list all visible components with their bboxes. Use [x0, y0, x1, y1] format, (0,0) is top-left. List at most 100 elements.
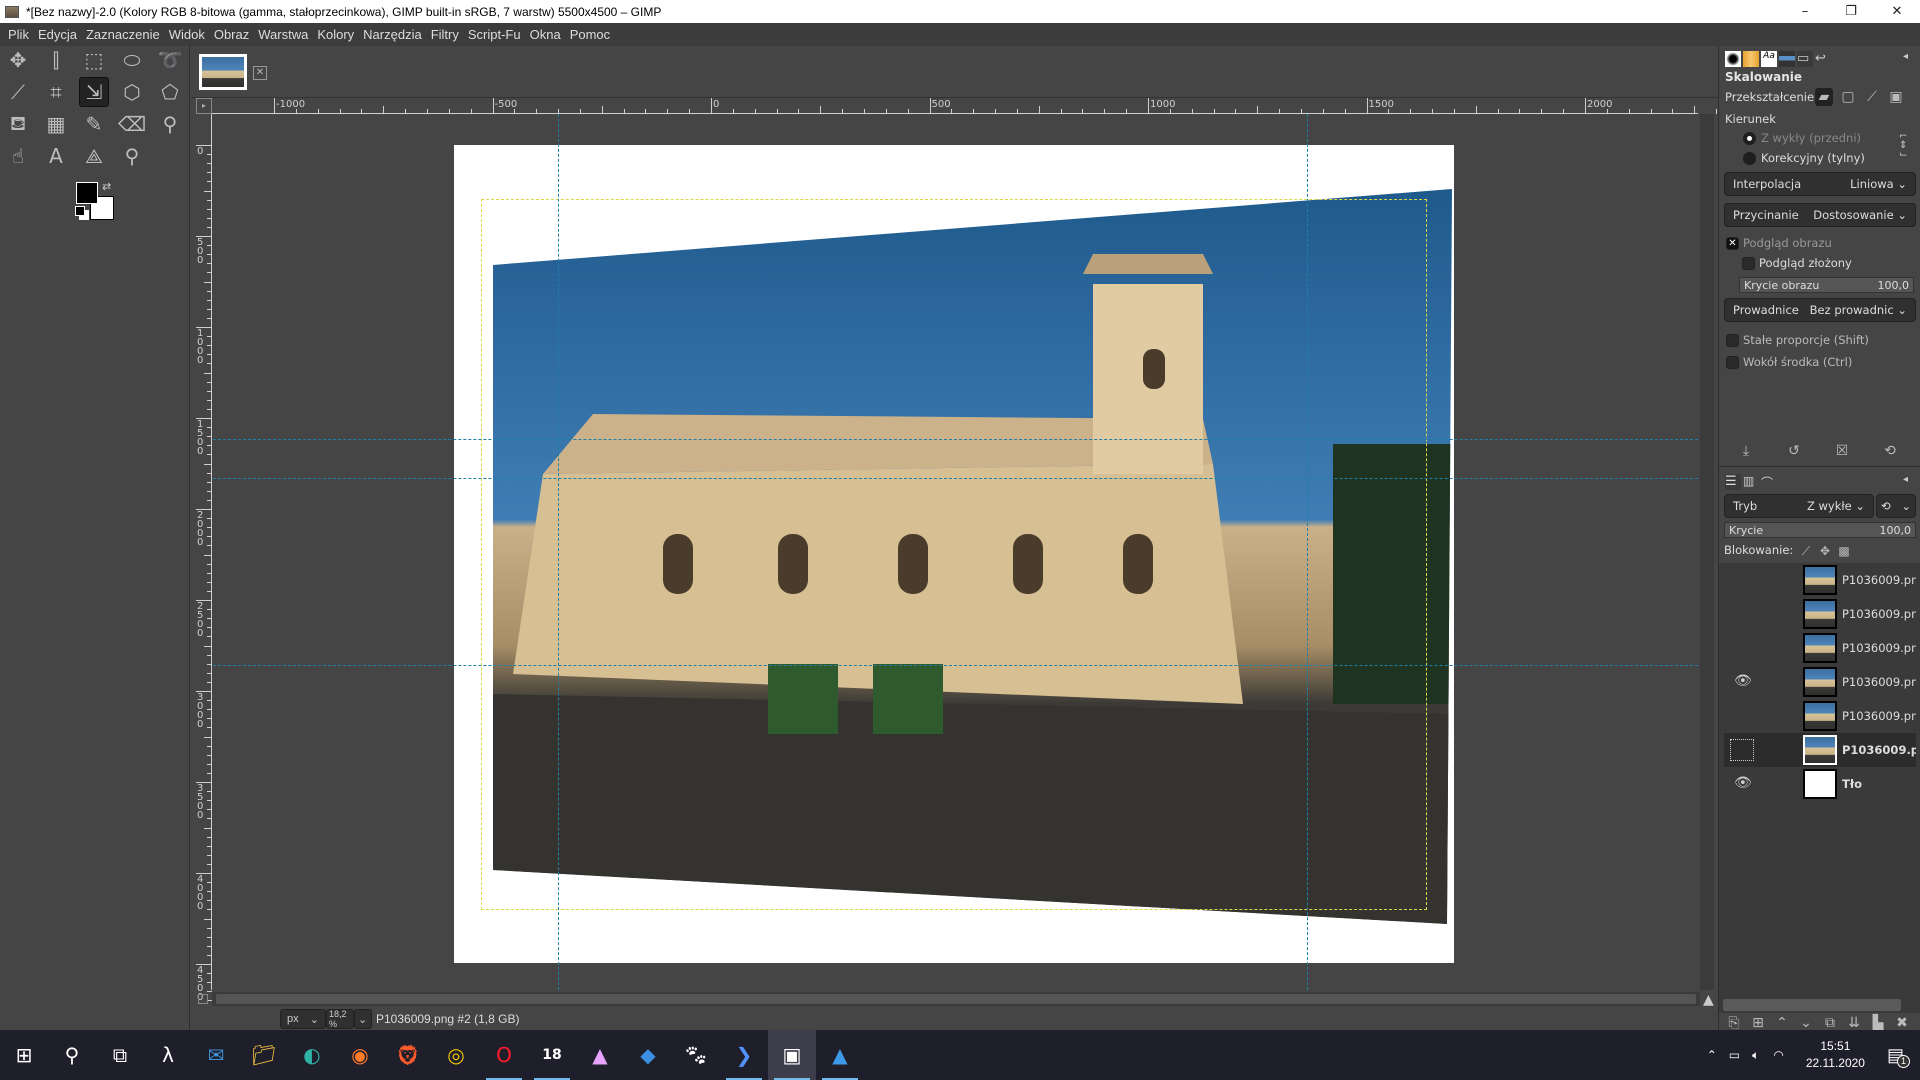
cage-transform-tool-icon[interactable]: ⬠	[155, 77, 185, 107]
horizontal-scrollbar[interactable]	[212, 992, 1700, 1006]
layer-row[interactable]: 👁︎ Tło	[1724, 767, 1916, 801]
lock-alpha-icon[interactable]: ▩	[1835, 542, 1853, 560]
horizontal-scroll-thumb[interactable]	[216, 994, 1696, 1004]
menu-kolory[interactable]: Kolory	[317, 27, 354, 42]
navigate-icon[interactable]: ▲	[1703, 992, 1714, 1008]
layer-thumbnail[interactable]	[1803, 769, 1837, 799]
bucket-fill-tool-icon[interactable]: ⛾	[3, 109, 33, 139]
layers-dock-menu-icon[interactable]: ◂	[1903, 474, 1919, 490]
paintbrush-tool-icon[interactable]: ✎	[79, 109, 109, 139]
layer-name[interactable]: P1036009.png	[1842, 641, 1916, 655]
image-canvas[interactable]	[213, 114, 1698, 990]
text-tool-icon[interactable]: A	[41, 141, 71, 171]
start-icon[interactable]: ⊞	[0, 1030, 48, 1080]
visibility-toggle[interactable]	[1734, 605, 1754, 621]
dock-separator[interactable]	[1719, 466, 1920, 467]
guide-vertical[interactable]	[558, 114, 559, 990]
affinity-icon[interactable]: ▲	[576, 1030, 624, 1080]
transform-layer-icon[interactable]: ▰	[1815, 88, 1833, 106]
photos-icon[interactable]: ▲	[816, 1030, 864, 1080]
menu-pomoc[interactable]: Pomoc	[570, 27, 610, 42]
menu-warstwa[interactable]: Warstwa	[258, 27, 308, 42]
quick-mask-toggle[interactable]	[198, 994, 208, 1004]
task-view-icon[interactable]: ⧉	[96, 1030, 144, 1080]
guide-horizontal[interactable]	[213, 439, 1698, 440]
layer-thumbnail[interactable]	[1803, 633, 1837, 663]
opera-icon[interactable]: O	[480, 1030, 528, 1080]
zoom-dropdown[interactable]: ⌄	[354, 1009, 372, 1029]
eye-icon[interactable]: 👁︎	[1734, 673, 1754, 689]
layer-thumbnail[interactable]	[1803, 701, 1837, 731]
foreground-color-swatch[interactable]	[76, 182, 98, 204]
edge-icon[interactable]: ◐	[288, 1030, 336, 1080]
ruler-corner-button[interactable]: ▸	[196, 98, 212, 114]
layer-name[interactable]: P1036009.png	[1842, 573, 1916, 587]
brave-icon[interactable]: 🦁︎	[384, 1030, 432, 1080]
save-options-icon[interactable]: ⤓	[1737, 442, 1755, 460]
gimp-image-icon[interactable]: ▣	[768, 1030, 816, 1080]
thunderbird-icon[interactable]: ✉	[192, 1030, 240, 1080]
layer-row[interactable]: P1036009.png	[1724, 631, 1916, 665]
move-tool-icon[interactable]: ✥	[3, 45, 33, 75]
gradient-tool-icon[interactable]: ▦	[41, 109, 71, 139]
layer-row[interactable]: P1036009.png	[1724, 699, 1916, 733]
menu-narzedzia[interactable]: Narzędzia	[363, 27, 422, 42]
app-18-icon[interactable]: 18	[528, 1030, 576, 1080]
around-center-checkbox[interactable]	[1726, 356, 1739, 369]
menu-okna[interactable]: Okna	[530, 27, 561, 42]
layers-tab-icon[interactable]: ☰	[1725, 474, 1741, 490]
transform-path-icon[interactable]: ⟋	[1863, 88, 1881, 106]
swap-colors-icon[interactable]: ⇄	[102, 180, 111, 193]
lock-position-icon[interactable]: ✥	[1816, 542, 1834, 560]
layer-row[interactable]: P1036009.png	[1724, 563, 1916, 597]
image-tab-thumbnail[interactable]	[199, 54, 247, 90]
direction-corrective-radio[interactable]	[1743, 152, 1756, 165]
layer-thumbnail[interactable]	[1803, 735, 1837, 765]
image-opacity-spinner[interactable]: Krycie obrazu 100,0	[1739, 277, 1914, 293]
layer-name[interactable]: P1036009.png	[1842, 743, 1916, 757]
firefox-icon[interactable]: ◉	[336, 1030, 384, 1080]
brushes-tab-icon[interactable]	[1725, 51, 1741, 67]
patterns-tab-icon[interactable]	[1743, 51, 1759, 67]
chrome-icon[interactable]: ◎	[432, 1030, 480, 1080]
menu-filtry[interactable]: Filtry	[431, 27, 459, 42]
menu-script-fu[interactable]: Script-Fu	[468, 27, 521, 42]
layer-name[interactable]: P1036009.png	[1842, 709, 1916, 723]
composite-mode-combo[interactable]: ⟲ ⌄	[1876, 494, 1916, 518]
visibility-toggle[interactable]	[1734, 571, 1754, 587]
fuzzy-select-tool-icon[interactable]: ⟋	[3, 77, 33, 107]
eye-icon[interactable]: 👁︎	[1734, 775, 1754, 791]
zoom-tool-icon[interactable]: ⚲	[117, 141, 147, 171]
zoom-input[interactable]: 18,2 %	[326, 1009, 354, 1029]
channels-tab-icon[interactable]: ▥	[1743, 474, 1759, 490]
vertical-scrollbar[interactable]	[1700, 114, 1714, 990]
show-hidden-icons[interactable]: ⌃	[1707, 1048, 1717, 1062]
paths-tab-icon[interactable]: ⌒	[1761, 474, 1777, 490]
guide-horizontal[interactable]	[213, 478, 1698, 479]
visibility-toggle[interactable]	[1734, 639, 1754, 655]
free-select-tool-icon[interactable]: ➰	[155, 45, 185, 75]
maximize-button[interactable]: ❐	[1828, 0, 1874, 23]
battery-icon[interactable]: ▭	[1729, 1048, 1740, 1062]
layer-row[interactable]: 👁︎ P1036009.png	[1724, 665, 1916, 699]
layer-name[interactable]: P1036009.png	[1842, 675, 1916, 689]
align-tool-icon[interactable]: ⫿	[41, 45, 71, 75]
3d-transform-tool-icon[interactable]: ⬡	[117, 77, 147, 107]
layer-mode-combo[interactable]: Tryb Z wykłe ⌄	[1724, 494, 1874, 518]
direction-normal-radio[interactable]	[1743, 132, 1756, 145]
reset-options-icon[interactable]: ⟲	[1881, 442, 1899, 460]
clock[interactable]: 15:51 22.11.2020	[1806, 1038, 1865, 1072]
fonts-tab-icon[interactable]: Aa	[1761, 51, 1777, 67]
clone-tool-icon[interactable]: ⚲	[155, 109, 185, 139]
visibility-toggle[interactable]	[1734, 707, 1754, 723]
guides-combo[interactable]: Prowadnice Bez prowadnic ⌄	[1724, 298, 1916, 322]
gradients-tab-icon[interactable]	[1779, 51, 1795, 67]
menu-obraz[interactable]: Obraz	[214, 27, 249, 42]
smudge-tool-icon[interactable]: ☝	[3, 141, 33, 171]
layer-row[interactable]: P1036009.png	[1724, 733, 1916, 767]
crop-tool-icon[interactable]: ⌗	[41, 77, 71, 107]
unit-select[interactable]: px ⌄	[280, 1009, 326, 1029]
keep-aspect-checkbox[interactable]	[1726, 334, 1739, 347]
layer-name[interactable]: Tło	[1842, 777, 1916, 791]
restore-options-icon[interactable]: ↺	[1785, 442, 1803, 460]
